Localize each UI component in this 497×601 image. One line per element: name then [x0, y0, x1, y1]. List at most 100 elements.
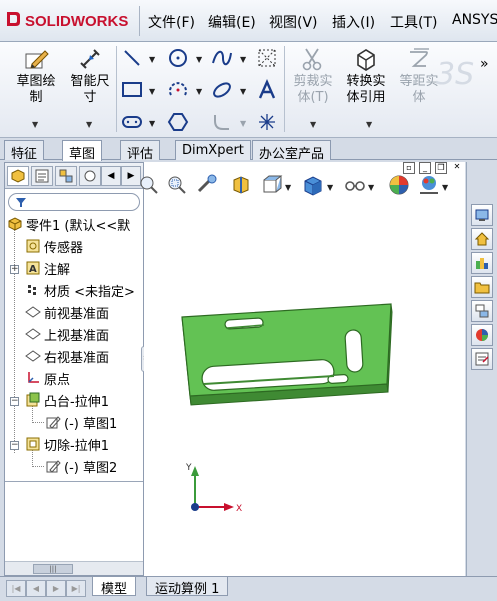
collapse-cut-extrude-button[interactable]: − [10, 441, 19, 450]
prev-tab-button[interactable]: ◀ [26, 580, 46, 597]
toolbar-separator [284, 46, 285, 132]
point-tool[interactable] [255, 110, 279, 134]
spline-dropdown-icon[interactable]: ▼ [240, 55, 246, 64]
text-tool[interactable] [255, 78, 279, 102]
tab-features[interactable]: 特征 [4, 140, 45, 162]
scene-dropdown-icon[interactable]: ▼ [442, 183, 448, 192]
home-tab[interactable] [471, 228, 493, 250]
zoom-to-fit-button[interactable] [136, 172, 162, 198]
hide-show-items-button[interactable] [342, 172, 368, 198]
tree-item-boss-extrude[interactable]: 凸台-拉伸1 [25, 389, 109, 411]
circle-dropdown-icon[interactable]: ▼ [196, 55, 202, 64]
tree-item-origin[interactable]: 原点 [25, 367, 70, 389]
circle-tool[interactable] [166, 46, 190, 70]
appearances-tab[interactable] [471, 324, 493, 346]
collapse-boss-extrude-button[interactable]: − [10, 397, 19, 406]
tab-sketch[interactable]: 草图 [62, 140, 103, 162]
tab-office-products[interactable]: 办公室产品 [252, 140, 332, 162]
convert-entities-button[interactable]: 转换实 体引用 [340, 46, 392, 106]
tree-item-annotations[interactable]: A 注解 [25, 257, 70, 279]
next-tab-button[interactable]: ▶ [46, 580, 66, 597]
display-style-button[interactable] [300, 172, 326, 198]
sketch-icon [46, 460, 61, 473]
custom-properties-tab[interactable] [471, 348, 493, 370]
view-orientation-button[interactable] [260, 172, 286, 198]
graphics-viewport[interactable]: ▫ _ ❐ ✕ ▼ ▼ ▼ ▼ Y X [140, 162, 465, 576]
previous-view-icon [197, 174, 217, 193]
slot-dropdown-icon[interactable]: ▼ [149, 119, 155, 128]
tree-item-cut-extrude[interactable]: 切除-拉伸1 [25, 433, 109, 455]
tree-item-sketch2[interactable]: (-) 草图2 [45, 455, 117, 477]
tree-item-right-plane[interactable]: 右视基准面 [25, 345, 109, 367]
tree-root-part[interactable]: 零件1 (默认<<默 [7, 213, 130, 235]
svg-text:A: A [29, 264, 37, 275]
scrollbar-thumb[interactable]: ||| [33, 564, 73, 574]
featuremanager-tab[interactable] [7, 166, 29, 186]
rectangle-tool[interactable] [120, 78, 144, 102]
smart-dim-dropdown-icon[interactable]: ▼ [86, 120, 92, 129]
zoom-to-area-button[interactable] [164, 172, 190, 198]
convert-dropdown-icon[interactable]: ▼ [366, 120, 372, 129]
menu-tools[interactable]: 工具(T) [390, 12, 437, 32]
previous-view-button[interactable] [194, 172, 220, 198]
view-orientation-dropdown-icon[interactable]: ▼ [285, 183, 291, 192]
tree-item-material[interactable]: 材质 <未指定> [25, 279, 135, 301]
toolbar-more-button[interactable]: » [480, 56, 489, 72]
smart-dim-label-2: 寸 [83, 90, 97, 105]
tab-model[interactable]: 模型 [92, 577, 137, 597]
menu-view[interactable]: 视图(V) [269, 12, 318, 32]
solidworks-logo[interactable]: SOLIDWORKS [4, 8, 138, 34]
tree-filter-input[interactable] [8, 193, 140, 211]
convert-label-2: 体引用 [346, 90, 386, 105]
propertymanager-tab[interactable] [31, 166, 53, 186]
menu-ansys[interactable]: ANSYS [452, 12, 497, 28]
ellipse-tool[interactable] [210, 78, 234, 102]
part-model-3d[interactable] [174, 292, 394, 412]
tree-item-sketch1[interactable]: (-) 草图1 [45, 411, 117, 433]
menu-edit[interactable]: 编辑(E) [208, 12, 256, 32]
triad-y-label: Y [185, 463, 192, 473]
edit-appearance-button[interactable] [386, 172, 412, 198]
design-library-tab[interactable] [471, 252, 493, 274]
sketch-dropdown-icon[interactable]: ▼ [32, 120, 38, 129]
arc-tool[interactable] [166, 78, 190, 102]
smart-dimension-button[interactable]: 智能尺 寸 [64, 46, 116, 106]
tree-item-front-plane[interactable]: 前视基准面 [25, 301, 109, 323]
boss-extrude-icon [26, 392, 40, 407]
menu-insert[interactable]: 插入(I) [332, 12, 375, 32]
tabs-scroll-left[interactable]: ◀ [101, 166, 121, 186]
section-view-button[interactable] [228, 172, 254, 198]
trim-entities-button[interactable]: 剪裁实 体(T) [288, 46, 338, 106]
tree-item-top-plane[interactable]: 上视基准面 [25, 323, 109, 345]
tree-item-sensors[interactable]: 传感器 [25, 235, 83, 257]
solidworks-resources-tab[interactable] [471, 204, 493, 226]
configurationmanager-tab[interactable] [55, 166, 77, 186]
trim-dropdown-icon[interactable]: ▼ [310, 120, 316, 129]
fillet-tool[interactable] [210, 110, 234, 134]
fillet-dropdown-icon[interactable]: ▼ [240, 119, 246, 128]
tab-dimxpert[interactable]: DimXpert [175, 140, 251, 160]
line-tool[interactable] [120, 46, 144, 70]
polygon-tool[interactable] [166, 110, 190, 134]
line-dropdown-icon[interactable]: ▼ [149, 55, 155, 64]
first-tab-button[interactable]: |◀ [6, 580, 26, 597]
expand-annotations-button[interactable]: + [10, 265, 19, 274]
display-style-dropdown-icon[interactable]: ▼ [327, 183, 333, 192]
ellipse-dropdown-icon[interactable]: ▼ [240, 87, 246, 96]
last-tab-button[interactable]: ▶| [66, 580, 86, 597]
slot-tool[interactable] [120, 110, 144, 134]
menu-file[interactable]: 文件(F) [148, 12, 195, 32]
construction-geometry-tool[interactable] [255, 46, 279, 70]
rectangle-dropdown-icon[interactable]: ▼ [149, 87, 155, 96]
hide-show-dropdown-icon[interactable]: ▼ [368, 183, 374, 192]
spline-tool[interactable] [210, 46, 234, 70]
file-explorer-tab[interactable] [471, 276, 493, 298]
apply-scene-button[interactable] [416, 172, 442, 198]
sketch-button[interactable]: 草图绘 制 [10, 46, 62, 106]
arc-dropdown-icon[interactable]: ▼ [196, 87, 202, 96]
dimxpert-manager-tab[interactable] [79, 166, 101, 186]
view-palette-tab[interactable] [471, 300, 493, 322]
tab-motion-study-1[interactable]: 运动算例 1 [146, 577, 229, 597]
tree-horizontal-scrollbar[interactable]: ||| [5, 561, 143, 575]
tab-evaluate[interactable]: 评估 [120, 140, 161, 162]
